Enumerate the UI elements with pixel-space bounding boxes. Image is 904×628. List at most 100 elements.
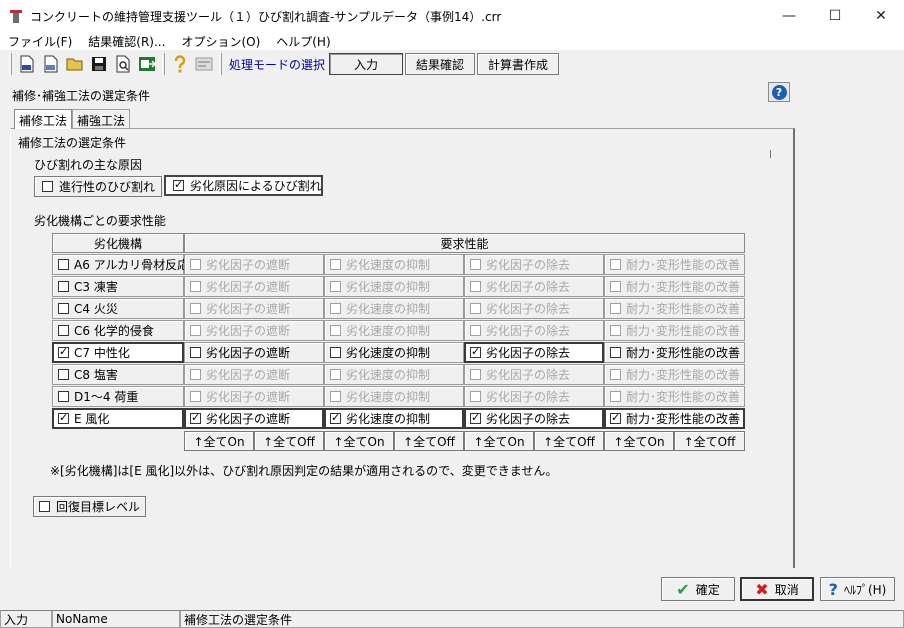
menu-option[interactable]: オプション(O) [173,33,268,50]
checkbox [58,259,69,270]
mechanism-label: C6 化学的侵食 [74,324,154,338]
perf-label: 劣化速度の抑制 [346,302,431,316]
perf-shield-toggle[interactable]: 劣化因子の遮断 [184,408,324,429]
tab-reinforce[interactable]: 補強工法 [72,109,131,128]
checkbox [58,411,69,424]
mechanism-toggle[interactable]: D1～4 荷重 [52,386,184,407]
status-mode: 入力 [0,610,52,628]
perf-removal-toggle[interactable]: 劣化因子の除去 [464,342,604,363]
mechanism-toggle[interactable]: A6 アルカリ骨材反応 [52,254,189,275]
perf-label: 劣化因子の除去 [486,368,571,382]
help-button[interactable]: ? ﾍﾙﾌﾟ(H) [820,577,895,601]
help-question-icon[interactable] [169,53,191,75]
perf-speed-toggle: 劣化速度の抑制 [324,276,464,297]
perf-strength-toggle: 耐力･変形性能の改善 [604,254,745,275]
menu-file[interactable]: ファイル(F) [0,33,80,50]
perf-removal-toggle[interactable]: 劣化因子の除去 [464,408,604,429]
mechanism-toggle[interactable]: E 風化 [52,408,184,429]
checkbox [58,391,69,402]
minimize-button[interactable]: — [766,0,812,32]
help-label: ﾍﾙﾌﾟ(H) [843,582,887,597]
close-button[interactable]: ✕ [858,0,904,32]
checkbox [610,391,621,402]
requirements-label: 劣化機構ごとの要求性能 [34,214,166,228]
perf-label: 劣化因子の除去 [486,302,571,316]
perf-speed-toggle: 劣化速度の抑制 [324,386,464,407]
print-preview-icon[interactable] [112,53,134,75]
checkbox [190,281,201,292]
perf-label: 劣化因子の遮断 [206,346,291,360]
perf-speed-toggle: 劣化速度の抑制 [324,364,464,385]
checkbox [190,391,201,402]
all-off-button-removal[interactable]: ↑全てOff [534,431,604,451]
checkbox [58,369,69,380]
page-heading: 補修･補強工法の選定条件 [12,89,151,103]
perf-label: 劣化因子の遮断 [206,302,291,316]
perf-shield-toggle[interactable]: 劣化因子の遮断 [184,342,324,363]
checkbox [610,347,621,358]
cancel-button[interactable]: ✖ 取消 [740,577,814,601]
menu-help[interactable]: ヘルプ(H) [268,33,338,50]
all-on-button-speed[interactable]: ↑全てOn [324,431,394,451]
mode-label: 処理モードの選択 [229,57,326,72]
all-off-button-strength[interactable]: ↑全てOff [674,431,745,451]
toolbar: 処理モードの選択 入力 結果確認 計算書作成 [0,50,904,78]
crack-cause-label: ひび割れの主な原因 [34,158,143,172]
mechanism-toggle[interactable]: C3 凍害 [52,276,184,297]
perf-removal-toggle: 劣化因子の除去 [464,320,604,341]
new-file-icon[interactable] [16,53,38,75]
maximize-button[interactable]: ☐ [812,0,858,32]
perf-speed-toggle[interactable]: 劣化速度の抑制 [324,342,464,363]
cross-icon: ✖ [755,579,769,599]
all-on-button-strength[interactable]: ↑全てOn [604,431,674,451]
all-off-button-speed[interactable]: ↑全てOff [394,431,464,451]
all-off-button-shield[interactable]: ↑全てOff [254,431,324,451]
open-folder-icon[interactable] [64,53,86,75]
mechanism-toggle[interactable]: C8 塩害 [52,364,184,385]
perf-shield-toggle: 劣化因子の遮断 [184,254,324,275]
progressive-crack-toggle[interactable]: 進行性のひび割れ [34,176,162,197]
info-card-icon[interactable] [193,53,215,75]
tab-repair[interactable]: 補修工法 [14,109,73,129]
mechanism-toggle[interactable]: C6 化学的侵食 [52,320,184,341]
recovery-level-toggle[interactable]: 回復目標レベル [33,496,146,517]
checkbox [610,303,621,314]
perf-label: 劣化因子の除去 [486,324,571,338]
perf-shield-toggle: 劣化因子の遮断 [184,276,324,297]
mechanism-toggle[interactable]: C4 火災 [52,298,184,319]
menu-result[interactable]: 結果確認(R)... [80,33,173,50]
export-icon[interactable] [136,53,158,75]
perf-label: 耐力･変形性能の改善 [626,324,741,338]
perf-label: 劣化速度の抑制 [346,346,431,360]
mode-report-button[interactable]: 計算書作成 [477,53,560,75]
ok-label: 確定 [695,582,720,597]
save-icon[interactable] [88,53,110,75]
help-button-top[interactable]: ? [768,82,790,102]
status-file: NoName [52,610,180,628]
checkbox [330,347,341,358]
mechanism-label: C4 火災 [74,302,118,316]
perf-strength-toggle[interactable]: 耐力･変形性能の改善 [604,342,745,363]
checkbox [42,181,53,192]
perf-removal-toggle: 劣化因子の除去 [464,364,604,385]
all-on-button-removal[interactable]: ↑全てOn [464,431,534,451]
perf-label: 劣化速度の抑制 [346,324,431,338]
new-data-icon[interactable] [40,53,62,75]
checkbox [470,369,481,380]
mode-input-button[interactable]: 入力 [329,53,404,75]
mechanism-toggle[interactable]: C7 中性化 [52,342,184,363]
deterioration-crack-toggle[interactable]: 劣化原因によるひび割れ [164,175,323,196]
perf-label: 劣化因子の遮断 [206,390,291,404]
perf-shield-toggle: 劣化因子の遮断 [184,298,324,319]
perf-strength-toggle: 耐力･変形性能の改善 [604,276,745,297]
perf-speed-toggle: 劣化速度の抑制 [324,254,464,275]
mode-result-button[interactable]: 結果確認 [405,53,476,75]
perf-label: 劣化因子の除去 [486,390,571,404]
mechanism-label: C7 中性化 [74,346,130,360]
perf-speed-toggle[interactable]: 劣化速度の抑制 [324,408,464,429]
perf-strength-toggle: 耐力･変形性能の改善 [604,364,745,385]
perf-strength-toggle[interactable]: 耐力･変形性能の改善 [604,408,745,429]
checkmark-icon: ✔ [676,579,690,599]
ok-button[interactable]: ✔ 確定 [661,577,735,601]
all-on-button-shield[interactable]: ↑全てOn [184,431,254,451]
